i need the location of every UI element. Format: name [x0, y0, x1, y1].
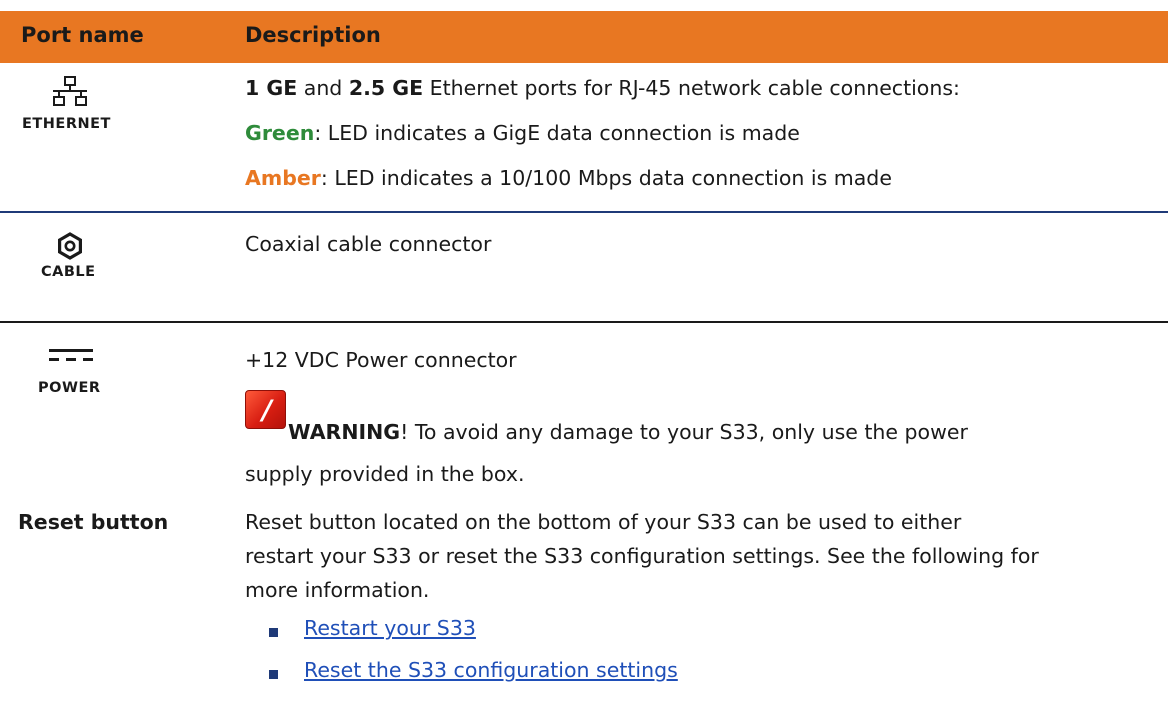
header-bar — [0, 11, 1168, 63]
warning-icon: / — [245, 390, 286, 429]
link-restart-s33[interactable]: Restart your S33 — [304, 616, 476, 640]
ethernet-amber-line: Amber: LED indicates a 10/100 Mbps data … — [245, 166, 892, 190]
row-divider — [0, 321, 1168, 323]
ethernet-desc-line1: 1 GE and 2.5 GE Ethernet ports for RJ-45… — [245, 76, 960, 100]
green-label: Green — [245, 121, 315, 145]
ethernet-icon-label: ETHERNET — [22, 116, 111, 132]
cable-icon-label: CABLE — [41, 264, 96, 280]
power-icon — [49, 349, 93, 361]
warning-line2: supply provided in the box. — [245, 462, 525, 486]
power-desc: +12 VDC Power connector — [245, 348, 517, 372]
cable-desc: Coaxial cable connector — [245, 232, 492, 256]
row-divider — [0, 211, 1168, 213]
reset-desc-line1: Reset button located on the bottom of yo… — [245, 510, 962, 534]
cable-icon — [57, 232, 82, 260]
reset-port-name: Reset button — [18, 510, 169, 534]
speed-1ge: 1 GE — [245, 76, 298, 100]
bullet-icon — [269, 670, 278, 679]
ethernet-desc-rest: Ethernet ports for RJ-45 network cable c… — [423, 76, 960, 100]
reset-desc-line2: restart your S33 or reset the S33 config… — [245, 544, 1039, 568]
power-icon-label: POWER — [38, 380, 101, 396]
header-description: Description — [245, 23, 381, 47]
table-header: Port name Description — [0, 0, 1168, 63]
header-top-band — [0, 0, 1168, 11]
warning-text: ! To avoid any damage to your S33, only … — [400, 420, 968, 444]
warning-label: WARNING — [288, 420, 401, 444]
ethernet-green-line: Green: LED indicates a GigE data connect… — [245, 121, 800, 145]
speed-2-5ge: 2.5 GE — [348, 76, 424, 100]
reset-desc-line3: more information. — [245, 578, 430, 602]
text-and: and — [297, 76, 349, 100]
amber-desc: : LED indicates a 10/100 Mbps data conne… — [320, 166, 892, 190]
link-reset-configuration[interactable]: Reset the S33 configuration settings — [304, 658, 678, 682]
header-port-name: Port name — [21, 23, 144, 47]
amber-label: Amber — [245, 166, 321, 190]
bullet-icon — [269, 628, 278, 637]
green-desc: : LED indicates a GigE data connection i… — [314, 121, 800, 145]
ethernet-icon — [53, 76, 87, 106]
warning-line1: WARNING! To avoid any damage to your S33… — [288, 420, 968, 444]
